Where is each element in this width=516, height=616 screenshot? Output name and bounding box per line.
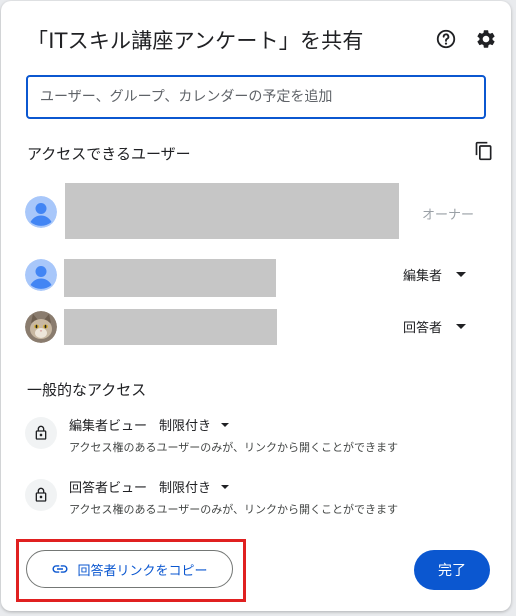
default-avatar-icon — [25, 259, 57, 291]
role-dropdown-editor[interactable]: 編集者 — [403, 263, 467, 285]
copy-respondent-link-button[interactable]: 回答者リンクをコピー — [26, 550, 233, 588]
access-level-label: 制限付き — [159, 481, 212, 496]
caret-down-icon — [221, 484, 230, 489]
access-description: アクセス権のあるユーザーのみが、リンクから開くことができます — [69, 441, 399, 454]
caret-down-icon — [456, 323, 467, 329]
view-label: 回答者ビュー — [69, 481, 148, 496]
caret-down-icon — [221, 422, 230, 427]
share-dialog: 「ITスキル講座アンケート」を共有 アクセスできるユーザー オーナー — [1, 1, 511, 611]
gear-icon[interactable] — [475, 28, 497, 50]
general-access-row-editor: 編集者ビュー 制限付き — [69, 415, 230, 434]
redacted-user-info — [64, 309, 277, 345]
role-dropdown-respondent[interactable]: 回答者 — [403, 315, 467, 337]
lock-icon — [25, 417, 57, 449]
access-users-heading: アクセスできるユーザー — [27, 145, 191, 163]
default-avatar-icon — [25, 196, 57, 228]
general-access-row-respondent: 回答者ビュー 制限付き — [69, 477, 230, 496]
access-level-label: 制限付き — [159, 419, 212, 434]
help-circle-icon[interactable] — [435, 28, 457, 50]
general-access-heading: 一般的なアクセス — [27, 381, 147, 399]
caret-down-icon — [456, 271, 467, 277]
link-icon — [51, 560, 69, 578]
done-button[interactable]: 完了 — [414, 550, 490, 590]
access-level-dropdown[interactable]: 制限付き — [159, 477, 230, 496]
copy-icon[interactable] — [474, 141, 494, 161]
access-level-dropdown[interactable]: 制限付き — [159, 415, 230, 434]
dialog-title: 「ITスキル講座アンケート」を共有 — [27, 29, 364, 53]
cat-photo-avatar — [25, 311, 57, 343]
lock-icon — [25, 479, 57, 511]
access-description: アクセス権のあるユーザーのみが、リンクから開くことができます — [69, 503, 399, 516]
redacted-user-info — [64, 259, 276, 297]
owner-role-label: オーナー — [422, 208, 475, 223]
role-label: 編集者 — [403, 268, 443, 284]
copy-link-label: 回答者リンクをコピー — [77, 563, 208, 579]
share-people-input[interactable] — [26, 75, 486, 119]
role-label: 回答者 — [403, 320, 443, 336]
redacted-user-info — [65, 183, 399, 239]
view-label: 編集者ビュー — [69, 419, 148, 434]
